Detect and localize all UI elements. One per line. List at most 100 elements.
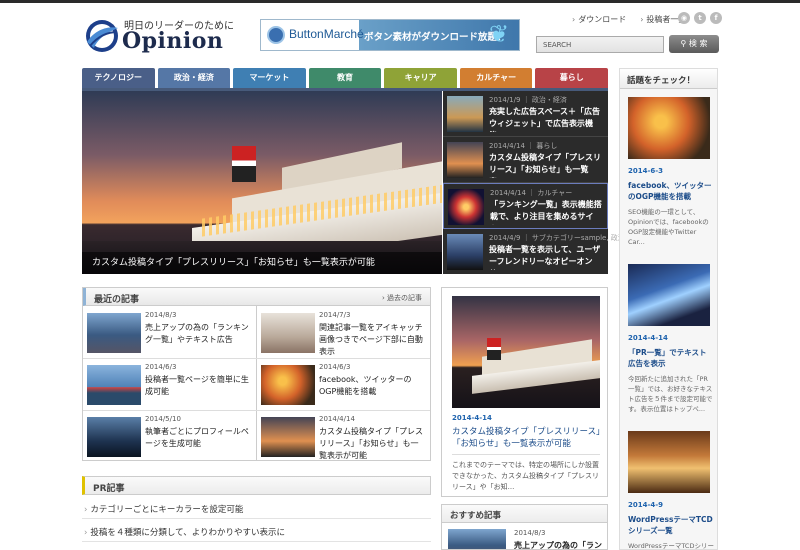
- nav-market[interactable]: マーケット: [233, 68, 306, 88]
- article-title: 関連記事一覧をアイキャッチ画像つきでページ下部に自動表示: [319, 323, 423, 356]
- topic-title[interactable]: WordPressテーマTCDシリーズ一覧: [628, 514, 714, 536]
- site-name[interactable]: Opinion: [122, 28, 223, 54]
- article-date: 2014/6/3: [145, 363, 177, 371]
- article-title: 売上アップの為の「ランキング一覧」やテキスト広告: [145, 323, 249, 344]
- nav-politics-economy[interactable]: 政治・経済: [157, 68, 231, 88]
- article-thumb: [87, 313, 141, 353]
- butterfly-icon: ❦: [489, 20, 510, 48]
- slider-item[interactable]: 2014/4/14 ｜ 暮らし カスタム投稿タイプ「プレスリリース」「お知らせ」…: [443, 137, 608, 183]
- article-thumb[interactable]: [448, 529, 506, 549]
- list-item[interactable]: 2014/6/3 投稿者一覧ページを簡単に生成可能: [83, 359, 255, 410]
- facebook-icon[interactable]: f: [710, 12, 722, 24]
- topic-date: 2014-4-14: [628, 334, 668, 342]
- category-nav: テクノロジー 政治・経済 マーケット 教育 キャリア カルチャー 暮らし: [82, 68, 609, 88]
- slider-title: 充実した広告スペース＋「広告ウィジェット」で広告表示機能...: [489, 107, 601, 132]
- topic-desc: SEO機能の一環として、Opinionでは、facebookのOGP設定機能やT…: [628, 208, 709, 246]
- hero-slider-image[interactable]: [82, 91, 442, 274]
- list-item[interactable]: 2014/7/3 関連記事一覧をアイキャッチ画像つきでページ下部に自動表示: [257, 307, 429, 358]
- hero-caption[interactable]: カスタム投稿タイプ「プレスリリース」「お知らせ」も一覧表示が可能: [82, 252, 442, 274]
- divider: [452, 454, 600, 455]
- slider-item-active[interactable]: 2014/4/14 ｜ カルチャー 「ランキング一覧」表示機能搭載で、より注目を…: [443, 183, 608, 229]
- pr-item[interactable]: › 投稿を４種類に分類して、よりわかりやすい表示に: [84, 526, 285, 538]
- topic-title[interactable]: facebook、ツイッターのOGP機能を搭載: [628, 180, 714, 202]
- recommended-header: おすすめ記事: [442, 505, 607, 523]
- sidebar-heading: 話題をチェック！: [627, 76, 696, 86]
- social-icons: ◉ t f: [678, 12, 722, 24]
- hero-slider-list: 2014/1/9 ｜ 政治・経済 充実した広告スペース＋「広告ウィジェット」で広…: [443, 91, 646, 275]
- featured-desc: これまでのテーマでは、特定の場所にしか設置できなかった、カスタム投稿タイプ「プレ…: [452, 461, 599, 491]
- featured-image: [452, 296, 600, 408]
- list-item[interactable]: 2014/6/3 facebook、ツイッターのOGP機能を搭載: [257, 359, 429, 410]
- search-button[interactable]: ⚲ 検 索: [669, 35, 719, 53]
- slider-thumb: [447, 96, 483, 132]
- list-item[interactable]: 2014/8/3 売上アップの為の「ランキング一覧」やテキスト広告: [83, 307, 255, 358]
- topic-title[interactable]: 「PR一覧」でテキスト広告を表示: [628, 347, 714, 369]
- topic-desc: 今回新たに追加された「PR一覧」では、お好きなテキスト広告を５件まで設定可能です…: [628, 375, 713, 413]
- ad-banner[interactable]: ButtonMarché ボタン素材がダウンロード放題！ ❦: [260, 19, 520, 51]
- recent-heading: 最近の記事: [94, 295, 140, 305]
- slider-thumb: [447, 234, 483, 270]
- divider: [82, 541, 431, 542]
- article-date: 2014/7/3: [319, 311, 351, 319]
- pr-heading: PR記事: [93, 484, 125, 494]
- pr-header: PR記事: [82, 476, 431, 495]
- search-input[interactable]: SEARCH: [536, 36, 664, 53]
- nav-education[interactable]: 教育: [308, 68, 382, 88]
- nav-technology[interactable]: テクノロジー: [82, 68, 155, 88]
- nav-culture[interactable]: カルチャー: [459, 68, 533, 88]
- top-bar: [0, 0, 800, 3]
- article-title: 投稿者一覧ページを簡単に生成可能: [145, 375, 249, 396]
- banner-copy: ボタン素材がダウンロード放題！: [364, 32, 507, 43]
- slider-meta: 2014/4/14 ｜ カルチャー: [490, 189, 573, 197]
- article-thumb: [87, 417, 141, 457]
- article-title: facebook、ツイッターのOGP機能を搭載: [319, 375, 412, 396]
- twitter-icon[interactable]: t: [694, 12, 706, 24]
- article-thumb: [87, 365, 141, 405]
- article-title: 執筆者ごとにプロフィールページを生成可能: [145, 427, 249, 448]
- search-icon: ⚲: [680, 39, 689, 48]
- past-articles-link[interactable]: › 過去の記事: [382, 293, 422, 303]
- article-date: 2014/6/3: [319, 363, 351, 371]
- slider-thumb: [448, 189, 484, 225]
- nav-living[interactable]: 暮らし: [535, 68, 609, 88]
- slider-meta: 2014/1/9 ｜ 政治・経済: [489, 96, 567, 104]
- article-title: カスタム投稿タイプ「プレスリリース」「お知らせ」も一覧表示が可能: [319, 427, 423, 460]
- recent-header: 最近の記事 › 過去の記事: [83, 288, 430, 306]
- slider-title: 「ランキング一覧」表示機能搭載で、より注目を集めるサイト...: [490, 200, 602, 225]
- divider: [82, 518, 431, 519]
- article-date: 2014/8/3: [145, 311, 177, 319]
- article-title[interactable]: 売上アップの為の「ランキ: [514, 540, 604, 549]
- article-date: 2014/4/14: [319, 415, 355, 423]
- logo-icon[interactable]: [84, 18, 120, 54]
- slider-meta: 2014/4/14 ｜ 暮らし: [489, 142, 558, 150]
- article-thumb: [261, 417, 315, 457]
- list-item[interactable]: 2014/4/14 カスタム投稿タイプ「プレスリリース」「お知らせ」も一覧表示が…: [257, 411, 429, 462]
- slider-item[interactable]: 2014/1/9 ｜ 政治・経済 充実した広告スペース＋「広告ウィジェット」で広…: [443, 91, 608, 137]
- list-item[interactable]: 2014/5/10 執筆者ごとにプロフィールページを生成可能: [83, 411, 255, 462]
- topic-image[interactable]: [628, 264, 710, 326]
- sidebar-header: 話題をチェック！: [620, 69, 717, 89]
- article-thumb: [261, 365, 315, 405]
- slider-item[interactable]: 2014/4/9 ｜ サブカテゴリーsample, 政治・経済 投稿者一覧を表示…: [443, 229, 646, 275]
- ship-funnel: [232, 146, 256, 182]
- topic-image[interactable]: [628, 431, 710, 493]
- featured-title[interactable]: カスタム投稿タイプ「プレスリリース」「お知らせ」も一覧表示が可能: [452, 426, 602, 450]
- slider-thumb: [447, 142, 483, 178]
- topic-date: 2014-4-9: [628, 501, 664, 509]
- recommended-articles: おすすめ記事 2014/8/3 売上アップの為の「ランキ: [441, 504, 608, 550]
- pr-item[interactable]: › カテゴリーごとにキーカラーを設定可能: [84, 503, 243, 515]
- article-date: 2014/8/3: [514, 529, 546, 537]
- article-thumb: [261, 313, 315, 353]
- topic-image[interactable]: [628, 97, 710, 159]
- banner-brand: ButtonMarché: [289, 27, 364, 41]
- article-date: 2014/5/10: [145, 415, 181, 423]
- recent-articles: 最近の記事 › 過去の記事 2014/8/3 売上アップの為の「ランキング一覧」…: [82, 287, 431, 461]
- topic-desc: WordPressテーマTCDシリー: [628, 542, 714, 550]
- header-links: › ダウンロード › 投稿者一覧: [572, 14, 686, 25]
- recommended-heading: おすすめ記事: [450, 511, 502, 521]
- rss-icon[interactable]: ◉: [678, 12, 690, 24]
- featured-article[interactable]: 2014-4-14 カスタム投稿タイプ「プレスリリース」「お知らせ」も一覧表示が…: [441, 287, 608, 497]
- download-link[interactable]: › ダウンロード: [572, 14, 626, 25]
- nav-career[interactable]: キャリア: [384, 68, 457, 88]
- slider-title: カスタム投稿タイプ「プレスリリース」「お知らせ」も一覧表...: [489, 153, 601, 178]
